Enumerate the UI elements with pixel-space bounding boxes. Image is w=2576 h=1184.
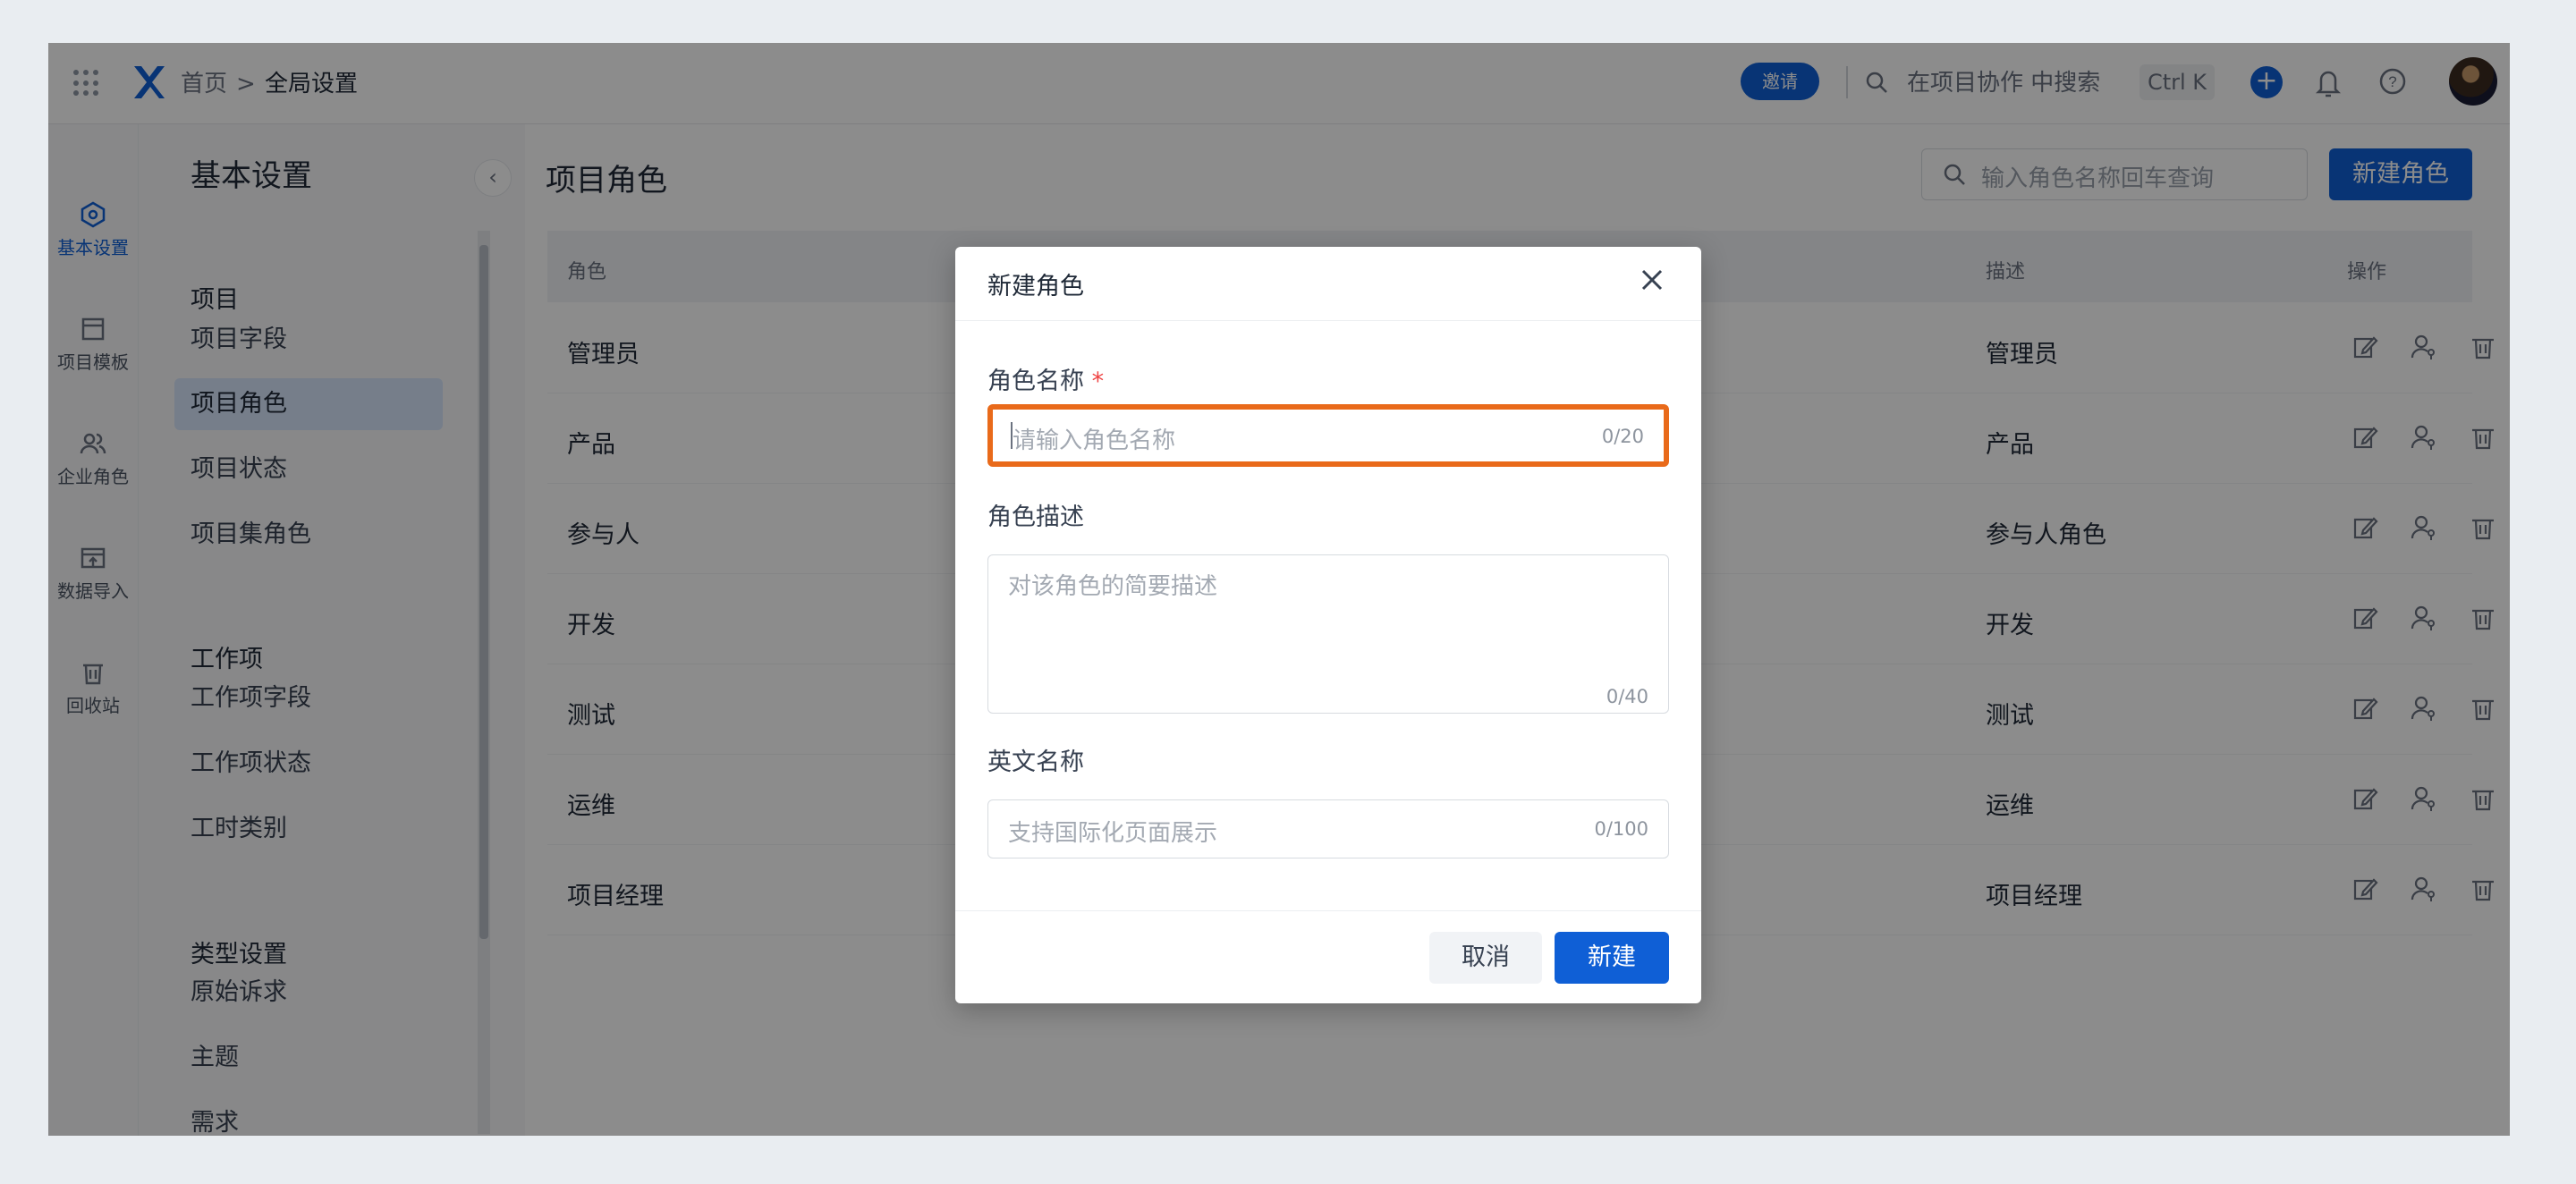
english-name-input[interactable]: 支持国际化页面展示 0/100 [987,799,1669,858]
close-icon[interactable] [1637,265,1667,295]
role-name-input[interactable]: 请输入角色名称 0/20 [987,404,1669,467]
english-name-counter: 0/100 [1594,818,1648,840]
english-name-label: 英文名称 [987,748,1084,776]
dialog-footer-divider [955,910,1701,911]
english-name-placeholder: 支持国际化页面展示 [1008,820,1218,847]
dialog-title: 新建角色 [987,273,1084,300]
app-window: 首页 > 全局设置 邀请 在项目协作 中搜索 Ctrl K + ? 基本设置 项… [48,43,2510,1136]
role-desc-placeholder: 对该角色的简要描述 [1008,573,1218,600]
required-mark: * [1091,368,1105,395]
new-role-dialog: 新建角色 角色名称 * 请输入角色名称 0/20 角色描述 对该角色的简要描述 … [955,247,1701,1003]
role-desc-label: 角色描述 [987,503,1084,531]
role-desc-counter: 0/40 [1606,686,1648,707]
role-desc-textarea[interactable]: 对该角色的简要描述 0/40 [987,554,1669,714]
role-name-label: 角色名称 * [987,361,1104,396]
cancel-button[interactable]: 取消 [1429,932,1542,984]
create-button[interactable]: 新建 [1555,932,1669,984]
role-name-counter: 0/20 [1601,426,1644,447]
role-name-placeholder: 请输入角色名称 [1013,427,1176,454]
role-name-label-text: 角色名称 [987,368,1084,395]
dialog-header-divider [955,320,1701,321]
